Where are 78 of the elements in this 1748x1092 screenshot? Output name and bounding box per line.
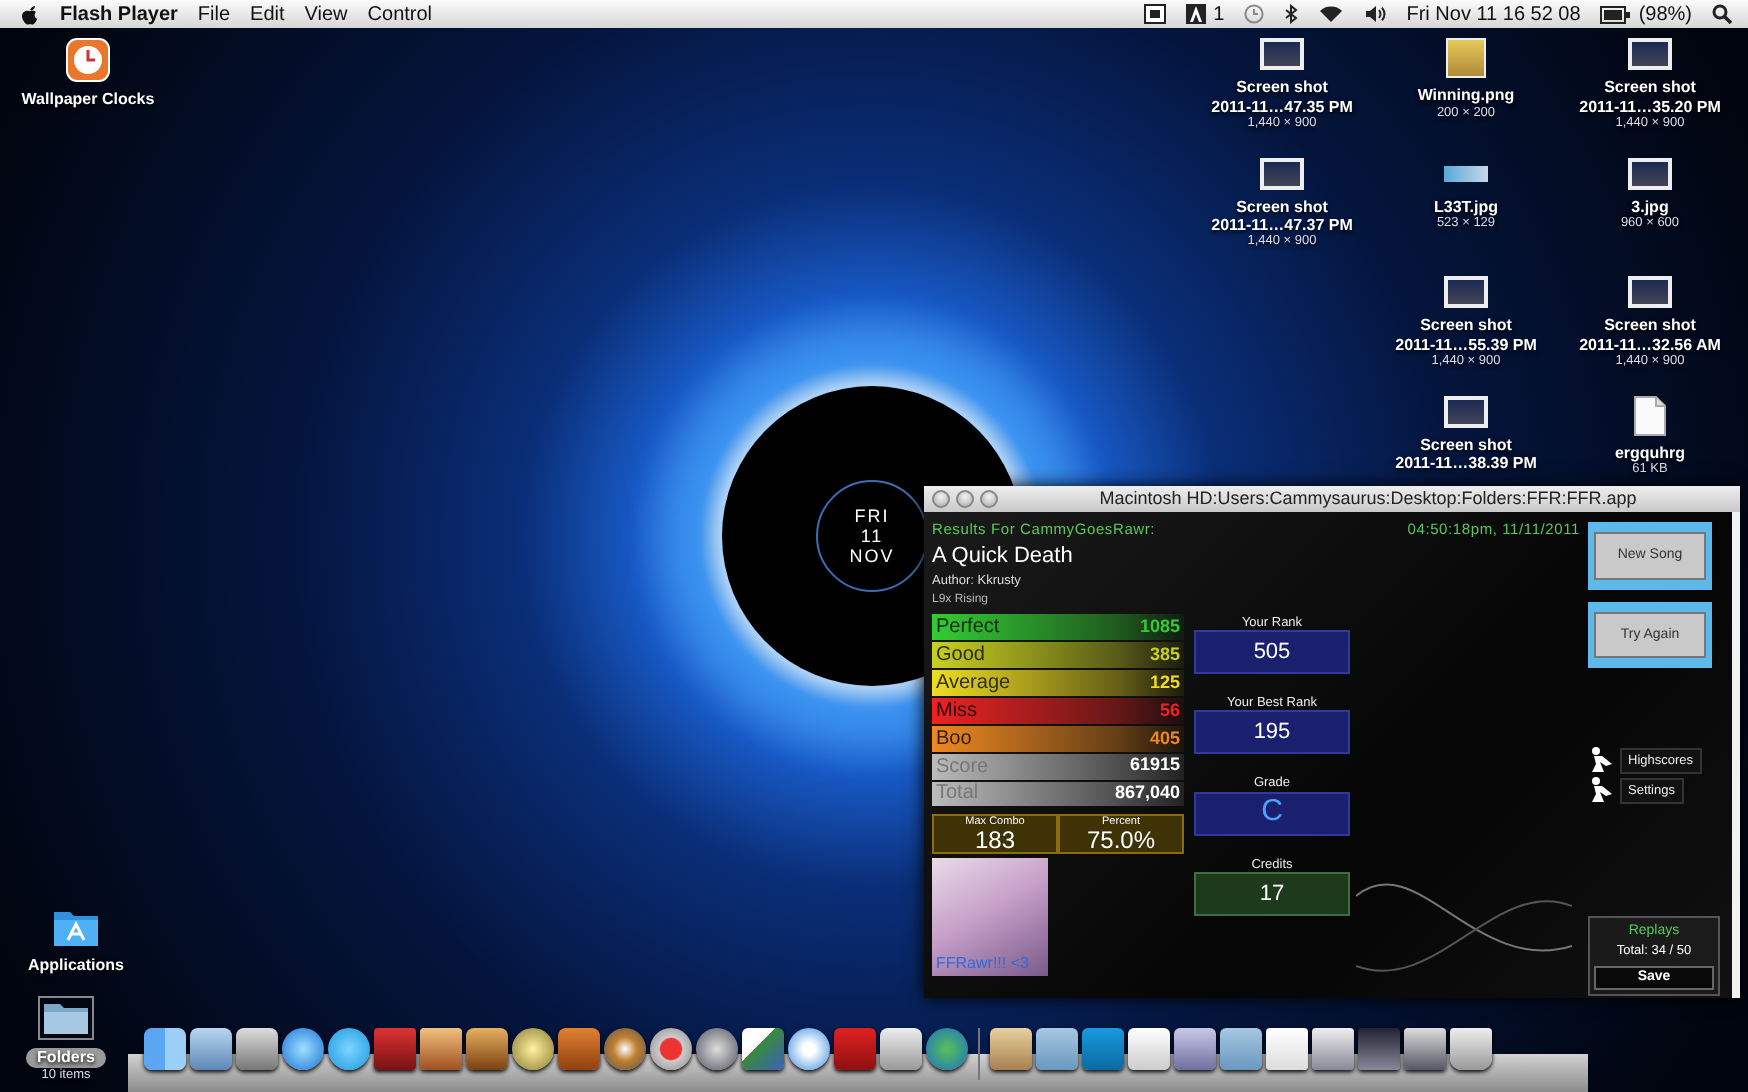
screenshot-thumbnail[interactable]	[1444, 395, 1488, 427]
screenshot-thumbnail[interactable]	[1628, 157, 1672, 189]
menu-item[interactable]: File	[197, 3, 231, 25]
file-date: 2011-11…47.35 PM	[1211, 97, 1353, 115]
update-count: 1	[1213, 3, 1225, 25]
file-date: 2011-11…55.39 PM	[1395, 335, 1537, 353]
app-icon[interactable]	[880, 1028, 922, 1070]
file-date: 2011-11…38.39 PM	[1395, 454, 1537, 472]
judgement-count: 125	[1149, 673, 1180, 694]
stat-value: 183	[974, 828, 1016, 855]
file-name[interactable]: Screen shot	[1604, 78, 1696, 97]
wifi-icon[interactable]	[1318, 4, 1345, 24]
score-label: Total	[936, 782, 979, 805]
window-title: Macintosh HD:Users:Cammysaurus:Desktop:Folders:FFR:FFR.app	[1097, 489, 1639, 509]
judgement-count: 385	[1149, 645, 1180, 666]
screenshot-thumbnail[interactable]	[1444, 276, 1488, 308]
screenshot-thumbnail[interactable]	[1260, 38, 1304, 70]
score-value: 61915	[1129, 756, 1180, 777]
file-name[interactable]: Applications	[27, 956, 124, 975]
file-date: 2011-11…32.56 AM	[1579, 335, 1721, 353]
image-thumbnail[interactable]	[1444, 165, 1488, 181]
zoom-button[interactable]	[980, 490, 998, 508]
runner-icon	[1588, 776, 1616, 805]
stat-value: 17	[1259, 881, 1285, 906]
stat-value: 195	[1253, 720, 1291, 745]
minimize-button[interactable]	[956, 490, 974, 508]
file-name[interactable]: Screen shot	[1420, 435, 1512, 454]
screenshot-thumbnail[interactable]	[1628, 38, 1672, 70]
judgement-label: Boo	[936, 728, 972, 751]
judgement-count: 405	[1149, 729, 1180, 750]
stat-value: 505	[1253, 640, 1291, 665]
menu-item[interactable]: View	[304, 3, 348, 25]
screenshot-thumbnail[interactable]	[1628, 276, 1672, 308]
file-date: 2011-11…47.37 PM	[1211, 216, 1353, 234]
record-icon[interactable]	[650, 1028, 692, 1070]
menu-item[interactable]: Control	[367, 3, 433, 25]
judgement-label: Average	[936, 672, 1011, 695]
stat-value: 75.0%	[1086, 828, 1156, 855]
photo-placeholder[interactable]	[1446, 38, 1486, 78]
app-icon[interactable]	[328, 1028, 370, 1070]
song-title: A Quick Death	[932, 544, 1075, 569]
file-name[interactable]: Winning.png	[1417, 86, 1515, 105]
close-button[interactable]	[932, 490, 950, 508]
score-label: Score	[936, 755, 989, 778]
clock-month: NOV	[849, 546, 895, 566]
file-name[interactable]: Screen shot	[1236, 197, 1328, 216]
runner-icon	[1588, 746, 1616, 775]
menu-item[interactable]: Edit	[250, 3, 285, 25]
search-icon[interactable]	[1712, 4, 1732, 24]
display-icon[interactable]	[1143, 4, 1166, 24]
clock-icon[interactable]	[1244, 4, 1265, 24]
judgement-label: Good	[936, 644, 985, 667]
judgement-label: Miss	[936, 700, 978, 723]
file-name[interactable]: Screen shot	[1420, 316, 1512, 335]
menu-clock[interactable]: Fri Nov 11 16 52 08	[1406, 3, 1581, 25]
clock-app-icon[interactable]	[66, 38, 110, 82]
file-name[interactable]: 3.jpg	[1631, 197, 1669, 216]
judgement-count: 1085	[1139, 617, 1180, 638]
battery-icon[interactable]	[1600, 5, 1631, 23]
clock-date: 11	[860, 526, 884, 546]
file-name[interactable]: Wallpaper Clocks	[21, 90, 155, 109]
apple-icon[interactable]	[20, 3, 40, 25]
battery-percent: (98%)	[1638, 3, 1692, 25]
photo-caption: FFRawr!!! <3	[936, 956, 1029, 975]
judgement-count: 56	[1159, 701, 1180, 722]
speaker-icon[interactable]	[1364, 4, 1387, 24]
file-name[interactable]: Screen shot	[1604, 316, 1696, 335]
bluetooth-icon[interactable]	[1284, 4, 1299, 24]
file-name[interactable]: L33T.jpg	[1433, 197, 1498, 216]
judgement-label: Perfect	[936, 616, 1000, 639]
stat-value: C	[1261, 796, 1283, 830]
clock-day: FRI	[854, 506, 890, 526]
file-date: 2011-11…35.20 PM	[1579, 97, 1721, 115]
file-name[interactable]: ergquhrg	[1614, 443, 1686, 462]
file-name[interactable]: Screen shot	[1236, 78, 1328, 97]
screenshot-thumbnail[interactable]	[1260, 157, 1304, 189]
score-value: 867,040	[1114, 783, 1180, 804]
app-menu[interactable]: Flash Player	[60, 3, 178, 25]
